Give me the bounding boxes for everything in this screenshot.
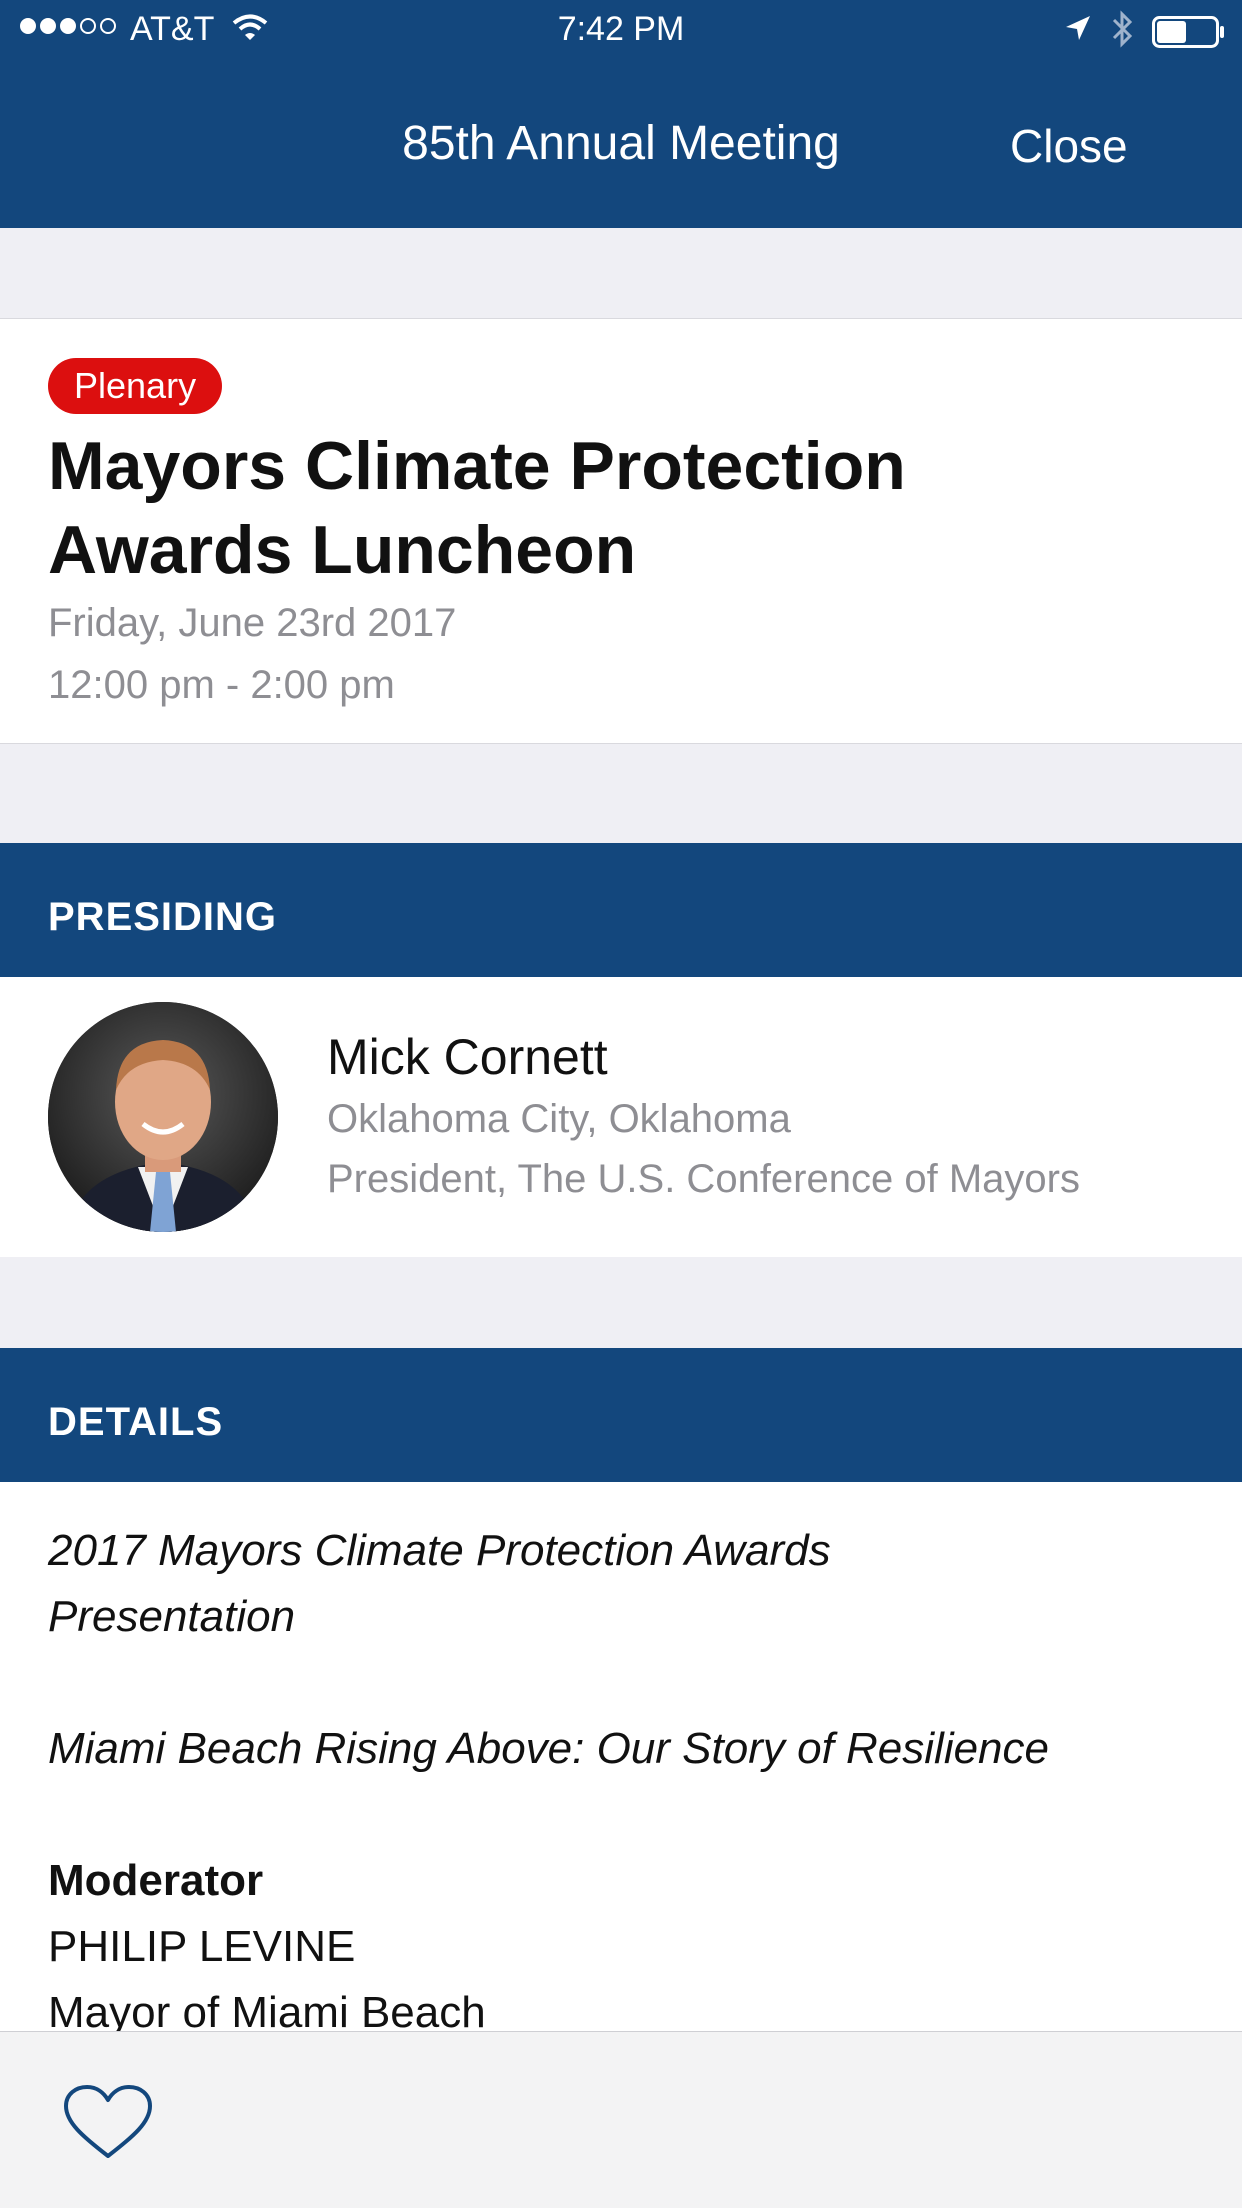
moderator-name: PHILIP LEVINE	[48, 1922, 356, 1971]
moderator-label: Moderator	[48, 1856, 264, 1905]
heart-outline-icon	[64, 2085, 152, 2158]
presider-avatar	[48, 1002, 278, 1232]
close-button[interactable]: Close	[1010, 114, 1128, 178]
presiding-header-label: PRESIDING	[48, 895, 278, 939]
details-line-1: 2017 Mayors Climate Protection Awards Pr…	[48, 1526, 831, 1641]
event-title: Mayors Climate Protection Awards Luncheo…	[48, 428, 906, 588]
presider-location: Oklahoma City, Oklahoma	[327, 1097, 791, 1141]
status-bar: AT&T 7:42 PM	[0, 0, 1242, 60]
details-header-label: DETAILS	[48, 1400, 224, 1444]
bluetooth-icon	[1110, 10, 1134, 53]
bottom-toolbar	[0, 2031, 1242, 2208]
battery-icon	[1152, 16, 1226, 53]
session-type-badge: Plenary	[48, 358, 223, 414]
event-time: 12:00 pm - 2:00 pm	[48, 663, 395, 707]
event-date: Friday, June 23rd 2017	[48, 601, 457, 645]
status-time: 7:42 PM	[557, 10, 685, 48]
location-arrow-icon	[1062, 14, 1092, 49]
favorite-button[interactable]	[62, 2084, 154, 2165]
presider-name: Mick Cornett	[327, 1029, 608, 1085]
presider-role: President, The U.S. Conference of Mayors	[327, 1157, 1080, 1201]
details-line-2: Miami Beach Rising Above: Our Story of R…	[48, 1724, 1049, 1773]
